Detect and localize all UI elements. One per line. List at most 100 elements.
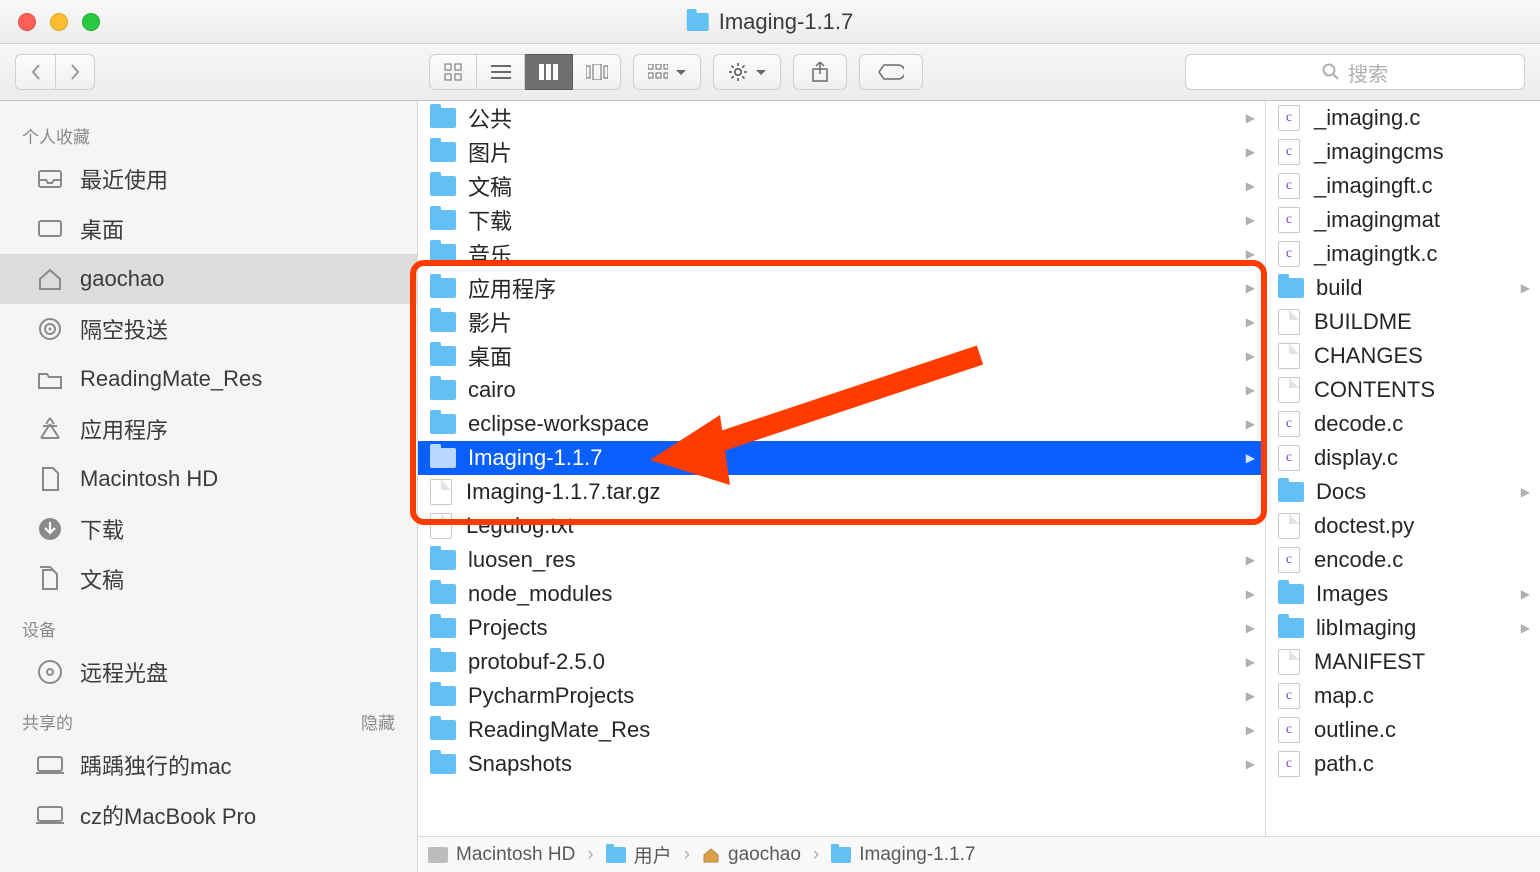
list-item[interactable]: BUILDME [1266,305,1540,339]
list-item[interactable]: Snapshots▶ [418,747,1265,781]
action-button[interactable] [713,54,781,90]
sidebar-item[interactable]: 远程光盘 [0,647,417,697]
sidebar-item[interactable]: 最近使用 [0,154,417,204]
folder-icon [430,176,456,196]
sidebar-item[interactable]: 文稿 [0,554,417,604]
list-item[interactable]: MANIFEST [1266,645,1540,679]
toolbar: 搜索 [0,44,1540,101]
list-item[interactable]: cpath.c [1266,747,1540,781]
list-item[interactable]: c_imagingft.c [1266,169,1540,203]
list-item[interactable]: PycharmProjects▶ [418,679,1265,713]
sidebar-item[interactable]: 应用程序 [0,404,417,454]
view-list-button[interactable] [477,54,525,90]
list-item-label: Imaging-1.1.7.tar.gz [466,479,660,505]
sidebar-section-header: 共享的隐藏 [0,697,417,740]
list-item[interactable]: coutline.c [1266,713,1540,747]
search-icon [1322,63,1340,81]
folder-icon [430,618,456,638]
list-item[interactable]: ReadingMate_Res▶ [418,713,1265,747]
share-button[interactable] [793,54,847,90]
path-segment[interactable]: Macintosh HD [428,844,575,866]
list-item[interactable]: 桌面▶ [418,339,1265,373]
list-item[interactable]: cmap.c [1266,679,1540,713]
list-item-label: _imagingtk.c [1314,241,1438,267]
list-item[interactable]: cdisplay.c [1266,441,1540,475]
list-item[interactable]: 图片▶ [418,135,1265,169]
list-item[interactable]: CONTENTS [1266,373,1540,407]
list-item[interactable]: 公共▶ [418,101,1265,135]
list-item[interactable]: Imaging-1.1.7.tar.gz [418,475,1265,509]
list-item[interactable]: Docs▶ [1266,475,1540,509]
view-column-button[interactable] [525,54,573,90]
list-item-label: 下载 [468,204,512,236]
sidebar-item[interactable]: cz的MacBook Pro [0,790,417,840]
sidebar-item[interactable]: 桌面 [0,204,417,254]
path-sep-icon: › [813,844,819,866]
column-1[interactable]: 公共▶图片▶文稿▶下载▶音乐▶应用程序▶影片▶桌面▶cairo▶eclipse-… [418,101,1266,872]
tags-button[interactable] [859,54,923,90]
column-2[interactable]: c_imaging.cc_imagingcmsc_imagingft.cc_im… [1266,101,1540,872]
list-item[interactable]: eclipse-workspace▶ [418,407,1265,441]
file-icon [430,513,452,539]
sidebar-item[interactable]: gaochao [0,254,417,304]
list-item[interactable]: cencode.c [1266,543,1540,577]
view-gallery-button[interactable] [573,54,621,90]
chevron-right-icon: ▶ [1246,281,1255,295]
list-item[interactable]: Legulog.txt [418,509,1265,543]
list-item[interactable]: cairo▶ [418,373,1265,407]
list-item[interactable]: c_imaging.c [1266,101,1540,135]
list-item[interactable]: 下载▶ [418,203,1265,237]
list-item[interactable]: Imaging-1.1.7▶ [418,441,1265,475]
path-segment[interactable]: gaochao [702,844,801,866]
sidebar-item[interactable]: 下载 [0,504,417,554]
sidebar-item[interactable]: 隔空投送 [0,304,417,354]
path-segment[interactable]: 用户 [606,841,672,868]
c-file-icon: c [1278,207,1300,233]
arrange-button[interactable] [633,54,701,90]
folder-icon [430,686,456,706]
forward-button[interactable] [55,54,95,90]
list-item[interactable]: libImaging▶ [1266,611,1540,645]
sidebar-hide-button[interactable]: 隐藏 [361,709,395,734]
path-bar[interactable]: Macintosh HD›用户›gaochao›Imaging-1.1.7 [418,836,1540,872]
search-field[interactable]: 搜索 [1185,54,1525,90]
file-icon [430,479,452,505]
body: 个人收藏最近使用桌面gaochao隔空投送ReadingMate_Res应用程序… [0,101,1540,872]
folder-icon [430,550,456,570]
zoom-window-button[interactable] [82,13,100,31]
sidebar-item-label: 文稿 [80,563,124,595]
list-item[interactable]: protobuf-2.5.0▶ [418,645,1265,679]
list-item[interactable]: c_imagingcms [1266,135,1540,169]
file-icon [1278,513,1300,539]
c-file-icon: c [1278,173,1300,199]
file-icon [1278,649,1300,675]
minimize-window-button[interactable] [50,13,68,31]
sidebar-item[interactable]: Macintosh HD [0,454,417,504]
hd-icon [428,847,448,863]
view-icon-button[interactable] [429,54,477,90]
list-item-label: Imaging-1.1.7 [468,445,603,471]
list-item[interactable]: 影片▶ [418,305,1265,339]
columns-area: 公共▶图片▶文稿▶下载▶音乐▶应用程序▶影片▶桌面▶cairo▶eclipse-… [418,101,1540,872]
list-item[interactable]: Images▶ [1266,577,1540,611]
list-item[interactable]: doctest.py [1266,509,1540,543]
sidebar-item[interactable]: ReadingMate_Res [0,354,417,404]
back-button[interactable] [15,54,55,90]
list-item[interactable]: node_modules▶ [418,577,1265,611]
list-item[interactable]: 应用程序▶ [418,271,1265,305]
list-item[interactable]: c_imagingtk.c [1266,237,1540,271]
list-item[interactable]: c_imagingmat [1266,203,1540,237]
close-window-button[interactable] [18,13,36,31]
sidebar-item[interactable]: 踽踽独行的mac [0,740,417,790]
list-item[interactable]: CHANGES [1266,339,1540,373]
airdrop-icon [36,318,64,340]
list-item[interactable]: cdecode.c [1266,407,1540,441]
list-item[interactable]: 文稿▶ [418,169,1265,203]
list-item[interactable]: luosen_res▶ [418,543,1265,577]
path-segment[interactable]: Imaging-1.1.7 [831,844,975,866]
list-item-label: MANIFEST [1314,649,1425,675]
list-item[interactable]: 音乐▶ [418,237,1265,271]
list-item[interactable]: Projects▶ [418,611,1265,645]
list-item[interactable]: build▶ [1266,271,1540,305]
list-item-label: CONTENTS [1314,377,1435,403]
